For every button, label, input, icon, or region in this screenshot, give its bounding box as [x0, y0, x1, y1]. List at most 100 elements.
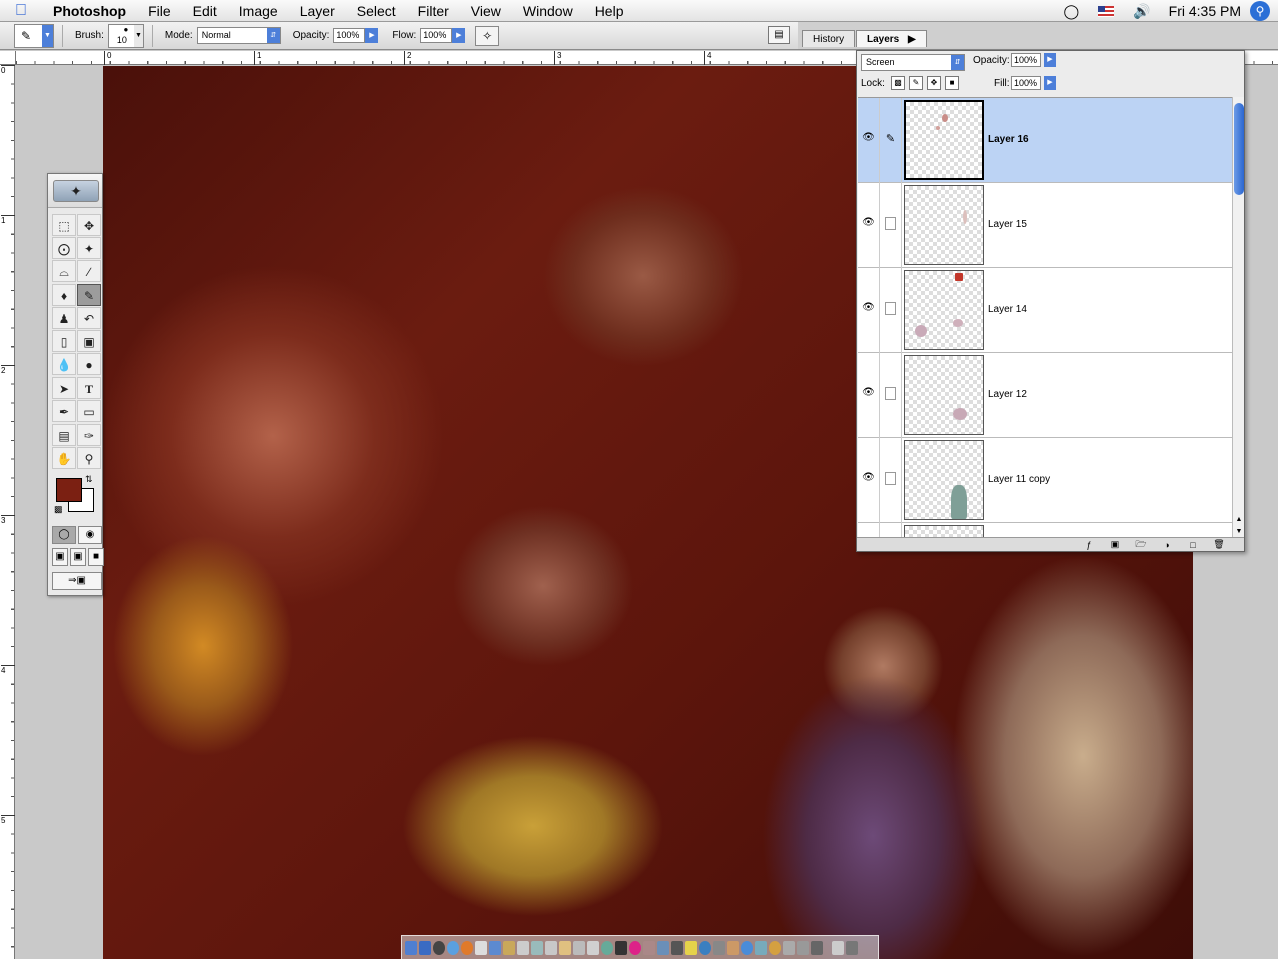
layer-thumbnail[interactable] — [904, 185, 984, 265]
menu-view[interactable]: View — [460, 0, 512, 22]
fill-slider-button[interactable]: ▶ — [1044, 76, 1056, 90]
lasso-tool-icon[interactable]: ⨀ — [52, 237, 76, 259]
app-icon[interactable] — [797, 940, 809, 955]
menu-help[interactable]: Help — [584, 0, 635, 22]
gradient-tool-icon[interactable]: ▣ — [77, 330, 101, 352]
layer-row[interactable]: 👁 ✎ Layer 16 — [858, 98, 1232, 183]
layer-style-icon[interactable]: ƒ — [1082, 540, 1096, 550]
link-toggle[interactable] — [880, 183, 902, 268]
app-icon[interactable] — [531, 940, 543, 955]
magic-wand-tool-icon[interactable]: ✦ — [77, 237, 101, 259]
blend-mode-select[interactable]: Screen ⇵ — [861, 54, 965, 71]
app-icon[interactable] — [783, 940, 795, 955]
new-layer-icon[interactable]: □ — [1186, 540, 1200, 550]
adjustment-layer-icon[interactable]: ◑ — [1160, 540, 1174, 550]
layer-thumbnail[interactable] — [904, 100, 984, 180]
layer-row[interactable]: 👁 Layer 14 — [858, 268, 1232, 353]
quick-mask-mode-icon[interactable]: ◉ — [78, 526, 102, 544]
app-icon[interactable] — [545, 940, 557, 955]
crop-tool-icon[interactable]: ⌓ — [52, 260, 76, 282]
layer-thumbnail[interactable] — [904, 270, 984, 350]
full-screen-menu-mode-icon[interactable]: ▣ — [70, 548, 86, 566]
photoshop-logo-icon[interactable]: ✦ — [53, 180, 99, 202]
scroll-down-icon[interactable]: ▼ — [1234, 527, 1244, 537]
app-icon[interactable] — [573, 940, 585, 955]
menu-window[interactable]: Window — [512, 0, 584, 22]
paintbrush-active-icon[interactable]: ✎ — [880, 98, 902, 183]
layer-name[interactable]: Layer 14 — [988, 304, 1027, 315]
network-icon[interactable] — [832, 940, 844, 955]
app-icon[interactable] — [643, 940, 655, 955]
layer-thumbnail[interactable] — [904, 355, 984, 435]
menu-app-name[interactable]: Photoshop — [42, 0, 137, 22]
mode-select[interactable]: Normal ⇵ — [196, 27, 281, 44]
app-icon[interactable] — [657, 940, 669, 955]
flow-field[interactable]: 100% — [420, 28, 453, 43]
finder-icon[interactable] — [405, 940, 417, 955]
dodge-tool-icon[interactable]: ● — [77, 353, 101, 375]
clone-stamp-tool-icon[interactable]: ♟ — [52, 307, 76, 329]
scroll-up-icon[interactable]: ▲ — [1234, 515, 1244, 525]
standard-screen-mode-icon[interactable]: ▣ — [52, 548, 68, 566]
layer-row[interactable]: 👁 Layer 15 — [858, 183, 1232, 268]
menu-edit[interactable]: Edit — [182, 0, 228, 22]
link-toggle[interactable] — [880, 438, 902, 523]
input-menu-flag-icon[interactable] — [1098, 5, 1115, 17]
lock-transparency-icon[interactable]: ▩ — [891, 76, 905, 90]
link-toggle[interactable] — [880, 353, 902, 438]
palette-browser-icon[interactable]: ▤ — [768, 26, 790, 44]
toolbox-header[interactable]: ✦ — [48, 174, 102, 208]
firefox-icon[interactable] — [461, 940, 473, 955]
layer-row[interactable]: 👁 Layer 12 — [858, 353, 1232, 438]
app-icon[interactable] — [517, 940, 529, 955]
ichat-icon[interactable] — [447, 940, 459, 955]
layer-name[interactable]: Layer 11 copy — [988, 474, 1050, 485]
slice-tool-icon[interactable]: ∕ — [77, 260, 101, 282]
layer-opacity-field[interactable]: 100% — [1011, 53, 1041, 67]
menu-select[interactable]: Select — [346, 0, 407, 22]
path-selection-tool-icon[interactable]: ➤ — [52, 377, 76, 399]
tab-layers[interactable]: Layers ▶ — [856, 30, 927, 47]
menu-layer[interactable]: Layer — [289, 0, 346, 22]
app-icon[interactable] — [769, 940, 781, 955]
layer-name[interactable]: Layer 15 — [988, 219, 1027, 230]
ruler-origin[interactable] — [0, 51, 16, 65]
visibility-eye-icon[interactable]: 👁 — [858, 98, 880, 183]
ical-icon[interactable] — [475, 940, 487, 955]
spotlight-icon[interactable]: ⚲ — [1250, 1, 1270, 21]
scrollbar-thumb[interactable] — [1234, 103, 1244, 195]
standard-mode-icon[interactable]: ◯ — [52, 526, 76, 544]
eraser-tool-icon[interactable]: ▯ — [52, 330, 76, 352]
type-tool-icon[interactable]: T — [77, 377, 101, 399]
link-toggle[interactable] — [880, 268, 902, 353]
visibility-eye-icon[interactable]: 👁 — [858, 268, 880, 353]
full-screen-mode-icon[interactable]: ■ — [88, 548, 104, 566]
app-icon[interactable] — [741, 940, 753, 955]
swap-colors-icon[interactable]: ⇅ — [85, 474, 93, 485]
pen-tool-icon[interactable]: ✒ — [52, 400, 76, 422]
default-colors-icon[interactable]: ▩ — [54, 504, 63, 515]
layer-name[interactable]: Layer 16 — [988, 134, 1029, 145]
app-icon[interactable] — [671, 940, 683, 955]
layers-scrollbar[interactable]: ▲ ▼ — [1232, 97, 1244, 539]
app-icon[interactable] — [559, 940, 571, 955]
app-icon[interactable] — [601, 940, 613, 955]
app-icon[interactable] — [685, 940, 697, 955]
menu-clock[interactable]: Fri 4:35 PM — [1169, 3, 1241, 19]
hand-tool-icon[interactable]: ✋ — [52, 447, 76, 469]
menu-filter[interactable]: Filter — [407, 0, 460, 22]
trash-icon[interactable] — [846, 940, 858, 955]
menu-file[interactable]: File — [137, 0, 182, 22]
tool-preset-picker[interactable]: ✎ ▼ — [14, 23, 54, 48]
zoom-tool-icon[interactable]: ⚲ — [77, 447, 101, 469]
vertical-ruler[interactable]: 0 1 2 3 4 5 — [0, 65, 15, 959]
app-icon[interactable] — [615, 940, 627, 955]
opacity-slider-button[interactable]: ▶ — [365, 28, 379, 43]
app-icon[interactable] — [587, 940, 599, 955]
visibility-eye-icon[interactable]: 👁 — [858, 353, 880, 438]
brush-tool-icon[interactable]: ✎ — [77, 284, 101, 306]
move-tool-icon[interactable]: ✥ — [77, 214, 101, 236]
volume-icon[interactable]: 🔊 — [1133, 3, 1150, 20]
trash-icon[interactable]: 🗑 — [1212, 539, 1226, 550]
preview-icon[interactable] — [489, 940, 501, 955]
